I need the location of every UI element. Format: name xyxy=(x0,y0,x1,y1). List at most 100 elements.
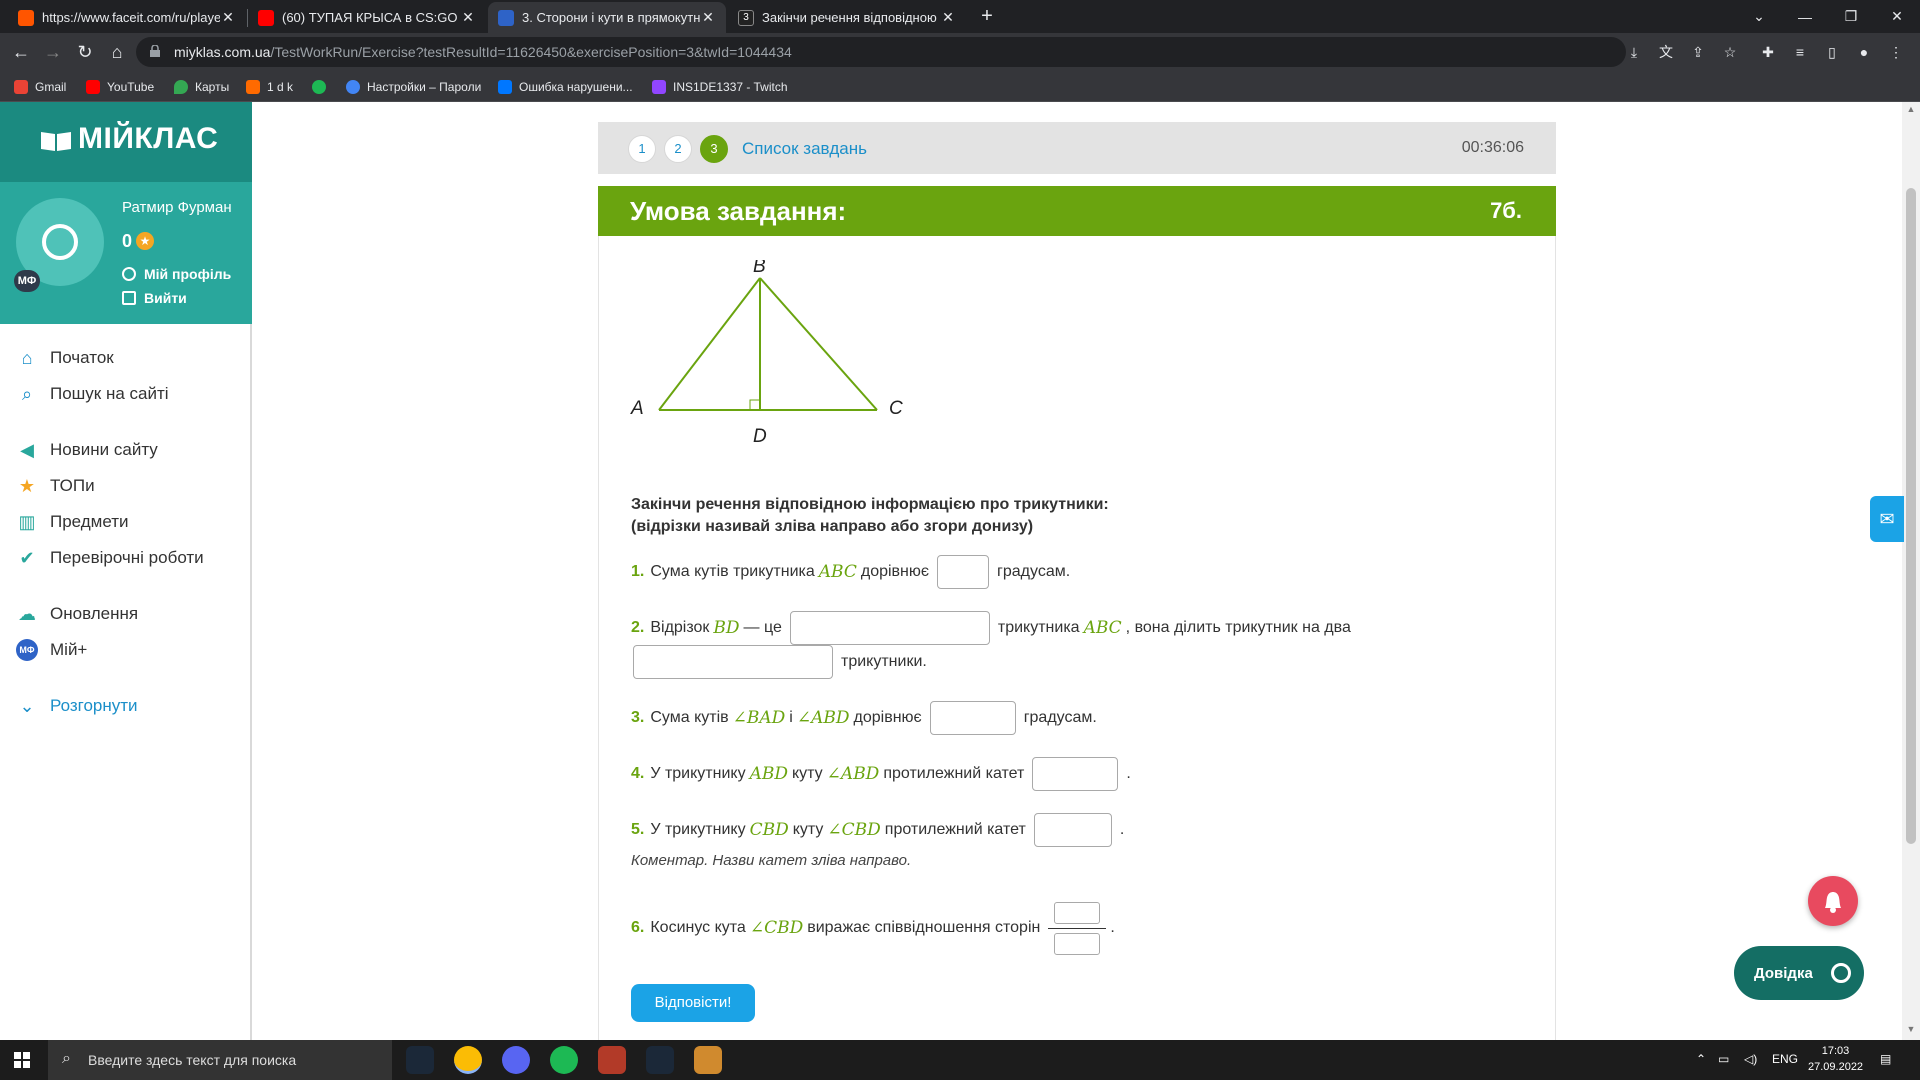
question-number: 2. xyxy=(631,619,645,636)
bookmark-gmail[interactable]: Gmail xyxy=(14,77,66,97)
url-host: miyklas.com.ua xyxy=(174,44,271,60)
bookmark-label: Карты xyxy=(195,80,230,94)
new-tab-button[interactable]: + xyxy=(975,5,999,29)
tray-chevron-icon[interactable]: ⌃ xyxy=(1696,1052,1706,1066)
question-2: 2. Відрізок BD — це трикутника ABC , вон… xyxy=(631,610,1351,646)
back-icon[interactable]: ← xyxy=(8,39,34,65)
clock[interactable]: 17:03 27.09.2022 xyxy=(1808,1043,1863,1075)
sidebar-item-news[interactable]: ◀ Новини сайту xyxy=(16,438,158,462)
page-button-2[interactable]: 2 xyxy=(664,135,692,163)
answer-input-4[interactable] xyxy=(1032,757,1119,791)
close-window-button[interactable]: ✕ xyxy=(1874,0,1920,33)
user-circle-icon xyxy=(122,267,136,281)
browser-tab-task[interactable]: 3 Закінчи речення відповідною і ✕ xyxy=(728,2,966,33)
sidebar-item-subjects[interactable]: ▥ Предмети xyxy=(16,510,128,534)
feedback-mail-icon[interactable]: ✉ xyxy=(1870,496,1904,542)
answer-input-3[interactable] xyxy=(929,701,1016,735)
sidebar-item-tops[interactable]: ★ ТОПи xyxy=(16,474,95,498)
address-bar[interactable]: miyklas.com.ua/TestWorkRun/Exercise?test… xyxy=(136,37,1626,67)
side-panel-icon[interactable]: ▯ xyxy=(1822,42,1842,62)
minimize-button[interactable]: — xyxy=(1782,0,1828,33)
share-icon[interactable]: ⇪ xyxy=(1688,42,1708,62)
sidebar-expand[interactable]: ⌄ Розгорнути xyxy=(16,694,138,718)
bookmark-maps[interactable]: Карты xyxy=(174,77,229,97)
scroll-thumb[interactable] xyxy=(1906,188,1916,844)
sidebar-item-search[interactable]: ⌕ Пошук на сайті xyxy=(16,382,169,406)
valorant-icon[interactable] xyxy=(598,1046,626,1074)
sidebar-item-my-plus[interactable]: МФ Мій+ xyxy=(16,638,87,662)
tab-search-icon[interactable]: ⌄ xyxy=(1736,0,1782,33)
bookmark-label: YouTube xyxy=(107,80,155,94)
answer-input-6-denominator[interactable] xyxy=(1054,932,1101,955)
spotify-icon[interactable] xyxy=(550,1046,578,1074)
user-name: Ратмир Фурман xyxy=(122,199,232,216)
windows-start-icon[interactable] xyxy=(14,1052,30,1068)
steam-icon[interactable] xyxy=(406,1046,434,1074)
logout-link[interactable]: Вийти xyxy=(122,290,187,306)
submit-button[interactable]: Відповісти! xyxy=(631,984,755,1022)
page-button-1[interactable]: 1 xyxy=(628,135,656,163)
profile-icon[interactable]: ● xyxy=(1854,42,1874,62)
translate-icon[interactable]: 文 xyxy=(1656,42,1676,62)
page-scrollbar[interactable]: ▲ ▼ xyxy=(1902,102,1920,1040)
bookmark-vk[interactable]: Ошибка нарушени... xyxy=(498,77,633,97)
bookmark-twitch[interactable]: INS1DE1337 - Twitch xyxy=(652,77,788,97)
close-tab-icon[interactable]: ✕ xyxy=(940,9,956,26)
bookmark-youtube[interactable]: YouTube xyxy=(86,77,154,97)
coin-star-icon: ★ xyxy=(136,232,154,250)
close-tab-icon[interactable]: ✕ xyxy=(700,9,716,26)
discord-icon[interactable] xyxy=(502,1046,530,1074)
close-tab-icon[interactable]: ✕ xyxy=(460,9,476,26)
cs-go-icon[interactable] xyxy=(694,1046,722,1074)
question-4: 4. У трикутнику ABD куту ∠ABD протилежни… xyxy=(631,756,1131,792)
answer-input-1[interactable] xyxy=(937,555,990,589)
answer-input-2b[interactable] xyxy=(633,645,833,679)
segment-ab xyxy=(658,277,761,411)
close-tab-icon[interactable]: ✕ xyxy=(220,9,236,26)
bookmark-passwords[interactable]: Настройки – Пароли xyxy=(346,77,481,97)
sidebar-item-home[interactable]: ⌂ Початок xyxy=(16,346,114,370)
browser-tab-faceit[interactable]: https://www.faceit.com/ru/player ✕ xyxy=(8,2,246,33)
answer-input-5[interactable] xyxy=(1033,813,1112,847)
notifications-icon[interactable]: ▤ xyxy=(1880,1052,1891,1066)
site-logo[interactable]: МІЙКЛАС xyxy=(0,102,252,182)
sidebar-expand-label: Розгорнути xyxy=(50,696,138,715)
sidebar-item-tests[interactable]: ✔ Перевірочні роботи xyxy=(16,546,203,570)
browser-tab-active[interactable]: 3. Сторони і кути в прямокутно ✕ xyxy=(488,2,726,33)
tab-title: Закінчи речення відповідною і xyxy=(762,10,940,25)
help-button[interactable]: Довідка xyxy=(1734,946,1864,1000)
forward-icon[interactable]: → xyxy=(40,39,66,65)
media-icon[interactable]: ≡ xyxy=(1790,42,1810,62)
sidebar-item-updates[interactable]: ☁ Оновлення xyxy=(16,602,138,626)
extensions-icon[interactable]: ✚ xyxy=(1758,42,1778,62)
label-b: B xyxy=(753,260,766,277)
notification-bell-icon[interactable] xyxy=(1808,876,1858,926)
page-button-3[interactable]: 3 xyxy=(700,135,728,163)
scroll-down-icon[interactable]: ▼ xyxy=(1902,1024,1920,1038)
steam-icon[interactable] xyxy=(646,1046,674,1074)
restore-button[interactable]: ❐ xyxy=(1828,0,1874,33)
profile-link[interactable]: Мій профіль xyxy=(122,266,231,282)
taskbar-search[interactable]: ⌕ Введите здесь текст для поиска xyxy=(48,1040,392,1080)
bookmark-label: Ошибка нарушени... xyxy=(519,80,633,94)
install-icon[interactable]: ⤓ xyxy=(1624,42,1644,62)
answer-input-2a[interactable] xyxy=(789,611,990,645)
network-icon[interactable]: ▭ xyxy=(1718,1052,1729,1066)
bookmark-star-icon[interactable]: ☆ xyxy=(1720,42,1740,62)
math-expression: ∠BAD xyxy=(732,708,786,728)
language-indicator[interactable]: ENG xyxy=(1772,1052,1798,1066)
answer-input-6-numerator[interactable] xyxy=(1054,901,1101,924)
math-expression: CBD xyxy=(749,820,789,840)
menu-icon[interactable]: ⋮ xyxy=(1886,42,1906,62)
home-icon[interactable]: ⌂ xyxy=(104,39,130,65)
task-list-link[interactable]: Список завдань xyxy=(742,139,867,159)
reload-icon[interactable]: ↻ xyxy=(72,39,98,65)
question-text: градусам. xyxy=(1023,709,1097,726)
volume-icon[interactable]: ◁) xyxy=(1744,1052,1757,1066)
browser-tab-youtube[interactable]: (60) ТУПАЯ КРЫСА в CS:GO - Yo ✕ xyxy=(248,2,486,33)
bookmark-spotify[interactable] xyxy=(312,77,333,97)
question-text: градусам. xyxy=(997,563,1071,580)
scroll-up-icon[interactable]: ▲ xyxy=(1902,104,1920,118)
bookmark-1dk[interactable]: 1 d k xyxy=(246,77,293,97)
chrome-icon[interactable] xyxy=(454,1046,482,1074)
